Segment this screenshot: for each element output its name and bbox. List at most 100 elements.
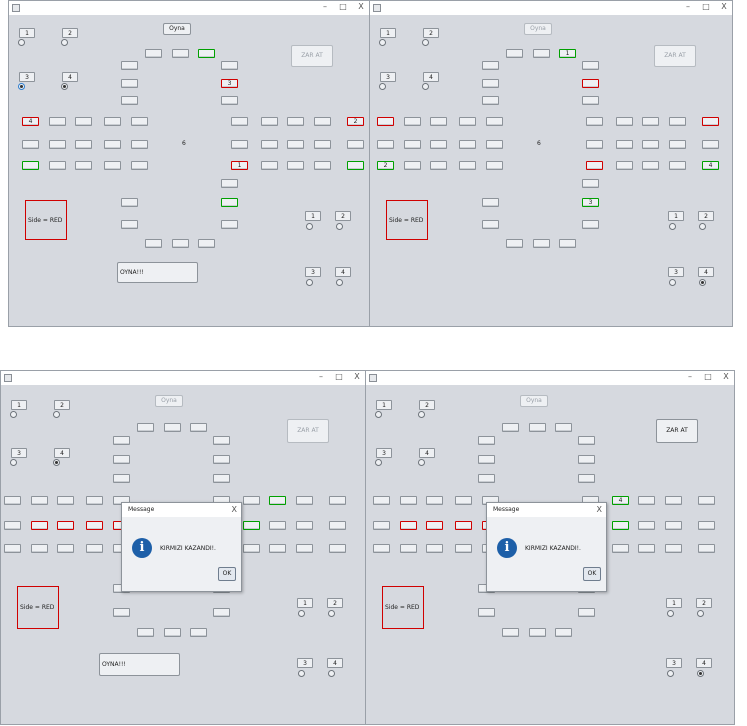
board-cell-green-left[interactable]: 2 (377, 161, 394, 170)
board-cell-bottom[interactable] (190, 628, 207, 637)
board-cell[interactable] (612, 544, 629, 553)
board-cell[interactable] (314, 161, 331, 170)
oyna-button[interactable]: Oyna (520, 395, 548, 407)
player-radio-2[interactable] (418, 411, 425, 418)
player-number-4[interactable]: 4 (62, 72, 78, 82)
player-radio-3[interactable] (375, 459, 382, 466)
board-cell[interactable] (4, 521, 21, 530)
oyna-big-button[interactable]: OYNA!!! (99, 653, 180, 676)
board-cell[interactable] (586, 117, 603, 126)
board-cell-green-right[interactable] (347, 161, 364, 170)
board-cell[interactable] (665, 521, 682, 530)
board-cell[interactable] (4, 544, 21, 553)
bottom-player-number-3[interactable]: 3 (297, 658, 313, 668)
bottom-player-number-4[interactable]: 4 (696, 658, 712, 668)
player-radio-2[interactable] (61, 39, 68, 46)
board-cell-bottom[interactable] (137, 628, 154, 637)
board-cell[interactable] (75, 161, 92, 170)
board-cell[interactable] (131, 117, 148, 126)
board-cell-right-col[interactable] (578, 608, 595, 617)
board-cell[interactable] (430, 140, 447, 149)
board-cell-red[interactable] (400, 521, 417, 530)
player-radio-4[interactable] (61, 83, 68, 90)
board-cell[interactable] (616, 140, 633, 149)
bottom-player-radio-4[interactable] (328, 670, 335, 677)
board-cell-right-col[interactable] (221, 61, 238, 70)
board-cell[interactable] (638, 544, 655, 553)
dialog-close-button[interactable]: X (232, 503, 237, 517)
bottom-player-radio-3[interactable] (667, 670, 674, 677)
board-cell[interactable] (49, 117, 66, 126)
bottom-player-radio-4[interactable] (336, 279, 343, 286)
bottom-player-radio-3[interactable] (298, 670, 305, 677)
board-cell-red[interactable] (455, 521, 472, 530)
board-cell[interactable] (455, 544, 472, 553)
board-cell[interactable] (261, 117, 278, 126)
player-radio-4[interactable] (422, 83, 429, 90)
board-cell-red-top[interactable] (582, 79, 599, 88)
maximize-button[interactable]: □ (333, 372, 345, 381)
board-cell[interactable] (665, 496, 682, 505)
board-cell[interactable] (373, 544, 390, 553)
board-cell-green-left[interactable] (22, 161, 39, 170)
player-radio-3[interactable] (379, 83, 386, 90)
bottom-player-radio-1[interactable] (306, 223, 313, 230)
board-cell-left-col[interactable] (478, 455, 495, 464)
board-cell[interactable] (269, 544, 286, 553)
board-cell-right-col[interactable] (221, 96, 238, 105)
board-cell-right-col[interactable] (213, 608, 230, 617)
board-cell[interactable] (373, 521, 390, 530)
board-cell[interactable] (57, 544, 74, 553)
player-number-3[interactable]: 3 (380, 72, 396, 82)
board-cell[interactable] (86, 544, 103, 553)
board-cell[interactable] (642, 140, 659, 149)
board-cell[interactable] (104, 117, 121, 126)
board-cell-left-col[interactable] (482, 96, 499, 105)
board-cell[interactable] (131, 140, 148, 149)
board-cell[interactable] (404, 161, 421, 170)
board-cell[interactable] (131, 161, 148, 170)
player-radio-1[interactable] (375, 411, 382, 418)
close-button[interactable]: X (718, 2, 730, 11)
player-number-1[interactable]: 1 (11, 400, 27, 410)
player-number-1[interactable]: 1 (380, 28, 396, 38)
board-cell-right-col[interactable] (582, 220, 599, 229)
board-cell-green[interactable]: 3 (582, 198, 599, 207)
board-cell[interactable] (145, 49, 162, 58)
board-cell-right-col[interactable] (213, 455, 230, 464)
board-cell-bottom[interactable] (172, 239, 189, 248)
board-cell[interactable] (669, 117, 686, 126)
board-cell-left-col[interactable] (121, 79, 138, 88)
board-cell[interactable] (377, 140, 394, 149)
player-number-3[interactable]: 3 (376, 448, 392, 458)
player-number-2[interactable]: 2 (62, 28, 78, 38)
board-cell[interactable] (261, 161, 278, 170)
player-number-2[interactable]: 2 (419, 400, 435, 410)
board-cell[interactable] (426, 544, 443, 553)
board-cell-left-col[interactable] (121, 220, 138, 229)
board-cell[interactable] (231, 117, 248, 126)
board-cell[interactable] (198, 49, 215, 58)
player-number-4[interactable]: 4 (419, 448, 435, 458)
maximize-button[interactable]: □ (700, 2, 712, 11)
bottom-player-number-1[interactable]: 1 (305, 211, 321, 221)
board-cell[interactable] (243, 544, 260, 553)
minimize-button[interactable]: – (684, 372, 696, 381)
board-cell[interactable] (373, 496, 390, 505)
board-cell-left-col[interactable] (113, 608, 130, 617)
bottom-player-number-1[interactable]: 1 (666, 598, 682, 608)
player-radio-1[interactable] (10, 411, 17, 418)
board-cell[interactable] (665, 544, 682, 553)
board-cell-green[interactable] (269, 496, 286, 505)
board-cell[interactable] (669, 161, 686, 170)
bottom-player-number-2[interactable]: 2 (327, 598, 343, 608)
player-number-4[interactable]: 4 (423, 72, 439, 82)
board-cell[interactable] (486, 161, 503, 170)
board-cell[interactable] (698, 521, 715, 530)
player-radio-2[interactable] (53, 411, 60, 418)
bottom-player-radio-2[interactable] (336, 223, 343, 230)
board-cell[interactable] (31, 496, 48, 505)
board-cell-bottom[interactable] (533, 239, 550, 248)
board-cell[interactable] (231, 140, 248, 149)
ok-button[interactable]: OK (218, 567, 236, 581)
